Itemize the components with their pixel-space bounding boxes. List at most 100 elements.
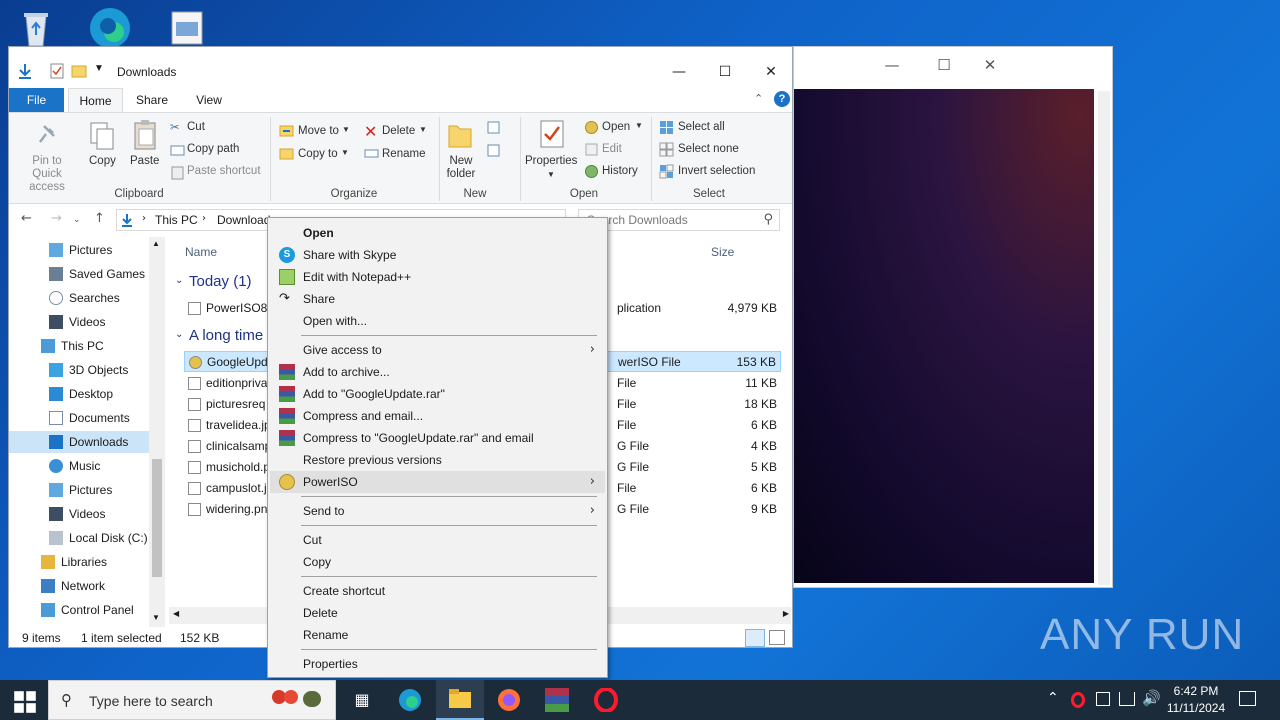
tab-view[interactable]: View <box>184 88 234 112</box>
tab-file[interactable]: File <box>9 88 64 112</box>
forward-arrow-icon[interactable]: → <box>51 211 62 226</box>
menu-item-add-archive[interactable]: Add to archive... <box>270 361 605 383</box>
network-tray-icon[interactable] <box>1119 692 1135 706</box>
history-button[interactable]: History <box>602 165 638 177</box>
close-icon[interactable]: ✕ <box>748 57 794 87</box>
column-header-size[interactable]: Size <box>711 245 734 259</box>
column-header-name[interactable]: Name <box>185 245 217 259</box>
back-arrow-icon[interactable]: ← <box>21 211 32 226</box>
ribbon-collapse-icon[interactable]: ⌃ <box>754 92 763 105</box>
file-desktop-icon[interactable] <box>170 10 210 50</box>
menu-item-delete[interactable]: Delete <box>270 602 605 624</box>
nav-item-network[interactable]: Network <box>41 575 149 597</box>
menu-item-cut[interactable]: Cut <box>270 529 605 551</box>
nav-item-downloads[interactable]: Downloads <box>9 431 149 453</box>
chevron-down-icon[interactable]: ⌄ <box>175 329 183 340</box>
vertical-scrollbar[interactable] <box>1098 91 1110 585</box>
open-button[interactable]: Open <box>602 121 630 133</box>
chevron-down-icon[interactable]: ⌄ <box>175 275 183 286</box>
easy-access-icon[interactable] <box>486 143 501 158</box>
menu-item-rename[interactable]: Rename <box>270 624 605 646</box>
group-header-long-time[interactable]: A long time <box>189 327 263 344</box>
pin-quick-access-button[interactable]: Pin to Quick access <box>17 155 77 194</box>
nav-item-control-panel[interactable]: Control Panel <box>41 599 149 621</box>
tab-home[interactable]: Home <box>68 88 123 112</box>
menu-item-compress-rar-email[interactable]: Compress to "GoogleUpdate.rar" and email <box>270 427 605 449</box>
menu-item-poweriso[interactable]: PowerISO › <box>270 471 605 493</box>
properties-quick-icon[interactable] <box>49 63 65 79</box>
recent-chevron-icon[interactable]: ⌄ <box>73 215 81 225</box>
new-folder-icon[interactable] <box>447 121 473 149</box>
menu-item-compress-email[interactable]: Compress and email... <box>270 405 605 427</box>
menu-item-share[interactable]: ↷ Share <box>270 288 605 310</box>
menu-item-create-shortcut[interactable]: Create shortcut <box>270 580 605 602</box>
menu-item-add-rar[interactable]: Add to "GoogleUpdate.rar" <box>270 383 605 405</box>
menu-item-restore-versions[interactable]: Restore previous versions <box>270 449 605 471</box>
delete-button[interactable]: Delete <box>382 125 415 137</box>
scroll-down-icon[interactable]: ▼ <box>152 613 160 622</box>
breadcrumb-chevron-icon[interactable]: › <box>142 213 146 224</box>
nav-item-videos[interactable]: Videos <box>49 311 149 333</box>
paste-shortcut-button[interactable]: Paste shortcut <box>187 165 261 177</box>
scroll-right-icon[interactable]: ▶ <box>783 609 789 618</box>
chevron-down-icon[interactable]: ▼ <box>94 63 104 74</box>
copy-icon[interactable] <box>89 121 115 151</box>
copy-button[interactable]: Copy <box>89 155 116 167</box>
minimize-icon[interactable]: — <box>656 57 702 87</box>
file-explorer-taskbar-button[interactable] <box>436 680 484 720</box>
recycle-bin-icon[interactable] <box>16 8 56 48</box>
clock-time[interactable]: 6:42 PM <box>1170 684 1222 698</box>
properties-button[interactable]: Properties <box>525 155 577 167</box>
large-icons-view-icon[interactable] <box>769 630 785 645</box>
navigation-pane[interactable]: Pictures Saved Games Searches Videos Thi… <box>9 237 166 627</box>
search-icon[interactable]: ⚲ <box>763 212 773 227</box>
copy-to-button[interactable]: Copy to <box>298 148 338 160</box>
maximize-icon[interactable]: ☐ <box>921 51 967 79</box>
menu-item-open[interactable]: Open <box>270 222 605 244</box>
nav-item-desktop[interactable]: Desktop <box>49 383 149 405</box>
maximize-icon[interactable]: ☐ <box>702 57 748 87</box>
nav-item-saved-games[interactable]: Saved Games <box>49 263 149 285</box>
properties-icon[interactable] <box>539 119 565 149</box>
task-view-icon[interactable]: ▦ <box>350 688 374 712</box>
pin-icon[interactable] <box>37 123 59 145</box>
windows-start-icon[interactable] <box>13 690 37 714</box>
winrar-taskbar-icon[interactable] <box>545 688 569 712</box>
close-icon[interactable]: ✕ <box>967 51 1013 79</box>
scroll-left-icon[interactable]: ◀ <box>173 609 179 618</box>
new-folder-button[interactable]: New folder <box>443 155 479 181</box>
opera-icon[interactable] <box>594 688 618 712</box>
menu-item-properties[interactable]: Properties <box>270 653 605 675</box>
search-input[interactable]: Search Downloads ⚲ <box>578 209 780 231</box>
nav-item-3d-objects[interactable]: 3D Objects <box>49 359 149 381</box>
new-item-icon[interactable] <box>486 120 501 135</box>
edit-button[interactable]: Edit <box>602 143 622 155</box>
nav-item-this-pc[interactable]: This PC <box>41 335 149 357</box>
notification-icon[interactable] <box>1239 691 1256 706</box>
menu-item-share-skype[interactable]: S Share with Skype <box>270 244 605 266</box>
menu-item-send-to[interactable]: Send to › <box>270 500 605 522</box>
context-menu[interactable]: Open S Share with Skype Edit with Notepad… <box>267 217 608 678</box>
details-view-icon[interactable] <box>745 629 765 647</box>
breadcrumb-this-pc[interactable]: This PC <box>155 213 198 227</box>
cut-button[interactable]: Cut <box>187 121 205 133</box>
paste-icon[interactable] <box>133 119 159 151</box>
group-header-today[interactable]: Today (1) <box>189 273 252 290</box>
firefox-icon[interactable] <box>497 688 521 712</box>
edge-desktop-icon[interactable] <box>88 6 130 48</box>
nav-scrollbar[interactable]: ▲ ▼ <box>149 237 165 627</box>
menu-item-give-access[interactable]: Give access to › <box>270 339 605 361</box>
background-image-window[interactable]: — ☐ ✕ <box>793 46 1113 588</box>
nav-item-searches[interactable]: Searches <box>49 287 149 309</box>
paste-button[interactable]: Paste <box>130 155 159 167</box>
nav-item-pictures-pc[interactable]: Pictures <box>49 479 149 501</box>
nav-item-videos-pc[interactable]: Videos <box>49 503 149 525</box>
device-tray-icon[interactable] <box>1096 692 1110 706</box>
volume-tray-icon[interactable]: 🔊 <box>1142 689 1161 707</box>
invert-selection-button[interactable]: Invert selection <box>678 165 755 177</box>
menu-item-open-with[interactable]: Open with... <box>270 310 605 332</box>
help-icon[interactable]: ? <box>774 91 790 107</box>
titlebar[interactable]: ▼ Downloads — ☐ ✕ <box>9 47 792 87</box>
nav-item-documents[interactable]: Documents <box>49 407 149 429</box>
select-all-button[interactable]: Select all <box>678 121 725 133</box>
